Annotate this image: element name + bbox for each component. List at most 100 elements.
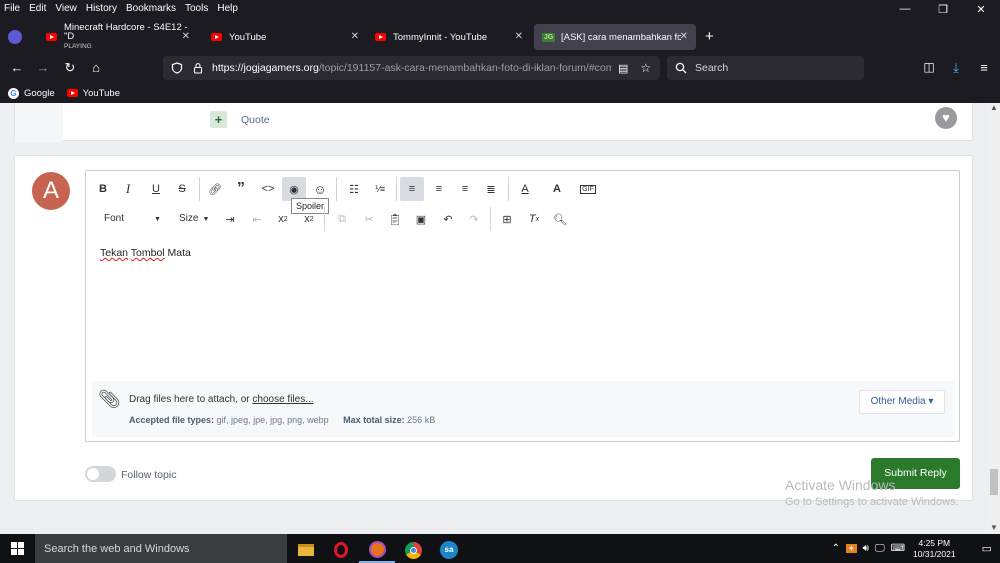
- tray-expand-icon[interactable]: ⌃: [832, 543, 840, 554]
- reply-box: A B I U S 🔗︎ ” <> ◉ ☺ ☷ ⅟≡ ≡ ≡ ≡ ≣ A A G…: [14, 155, 973, 501]
- bookmark-google[interactable]: G Google: [8, 87, 55, 99]
- tab-minecraft[interactable]: Minecraft Hardcore - S4E12 - "D PLAYING …: [38, 23, 198, 50]
- scrollbar-thumb[interactable]: [990, 469, 998, 495]
- scroll-up-icon[interactable]: ▲: [990, 103, 998, 112]
- youtube-icon: [375, 33, 386, 41]
- windows-start-icon[interactable]: [11, 542, 24, 555]
- gif-icon[interactable]: GIF: [576, 177, 600, 201]
- restore-button[interactable]: ❐: [924, 0, 962, 18]
- url-bar[interactable]: https://jogjagamers.org/topic/191157-ask…: [163, 56, 660, 80]
- quote-button[interactable]: + Quote: [210, 111, 270, 128]
- chrome-icon[interactable]: [395, 537, 431, 563]
- follow-topic-toggle[interactable]: [85, 466, 116, 482]
- close-tab-icon[interactable]: ✕: [182, 31, 190, 42]
- size-label: Size: [179, 213, 199, 224]
- page-scrollbar[interactable]: ▲ ▼: [988, 103, 1000, 534]
- paste-text-icon[interactable]: ▣: [409, 207, 433, 231]
- underline-icon[interactable]: U: [144, 177, 168, 201]
- page-content: + Quote ♥ A B I U S 🔗︎ ” <> ◉ ☺ ☷ ⅟≡ ≡ ≡…: [0, 103, 1000, 534]
- scroll-down-icon[interactable]: ▼: [990, 523, 998, 532]
- forward-icon[interactable]: →: [35, 60, 51, 75]
- strikethrough-icon[interactable]: S: [170, 177, 194, 201]
- copy-icon[interactable]: ⧉: [330, 207, 354, 231]
- cut-icon[interactable]: ✂: [357, 207, 381, 231]
- remove-format-icon[interactable]: Tx: [522, 207, 546, 231]
- align-center-icon[interactable]: ≡: [427, 177, 451, 201]
- lock-icon[interactable]: [192, 62, 204, 74]
- menu-edit[interactable]: Edit: [29, 3, 46, 14]
- menu-help[interactable]: Help: [217, 3, 238, 14]
- back-icon[interactable]: ←: [9, 60, 25, 75]
- bold-icon[interactable]: B: [91, 177, 115, 201]
- url-host: https://jogjagamers.org: [212, 62, 319, 74]
- decrease-indent-icon[interactable]: ⇤: [245, 207, 269, 231]
- home-icon[interactable]: ⌂: [88, 60, 104, 75]
- redo-icon[interactable]: ↷: [462, 207, 486, 231]
- menu-view[interactable]: View: [55, 3, 77, 14]
- pocket-icon[interactable]: ◫: [921, 60, 937, 74]
- font-dropdown[interactable]: Font ▼: [104, 213, 161, 224]
- accepted-types-label: Accepted file types:: [129, 415, 215, 425]
- like-heart-icon[interactable]: ♥: [935, 107, 957, 129]
- link-icon[interactable]: 🔗︎: [203, 177, 227, 201]
- preview-icon[interactable]: 🔍︎: [548, 207, 572, 231]
- reload-icon[interactable]: ↻: [62, 60, 78, 76]
- app-sa-icon[interactable]: sa: [431, 537, 467, 563]
- size-dropdown[interactable]: Size ▼: [179, 213, 209, 224]
- firefox-icon[interactable]: [359, 537, 395, 563]
- align-right-icon[interactable]: ≡: [453, 177, 477, 201]
- tray-app-icon[interactable]: ✦: [845, 544, 857, 553]
- tab-youtube[interactable]: YouTube ✕: [203, 24, 367, 50]
- new-tab-icon[interactable]: +: [705, 28, 714, 45]
- justify-icon[interactable]: ≣: [479, 177, 503, 201]
- taskbar-search-placeholder: Search the web and Windows: [44, 542, 190, 555]
- choose-files-link[interactable]: choose files...: [252, 394, 313, 405]
- bullet-list-icon[interactable]: ☷: [342, 177, 366, 201]
- menu-history[interactable]: History: [86, 3, 117, 14]
- taskbar-clock[interactable]: 4:25 PM 10/31/2021: [913, 538, 956, 560]
- background-color-icon[interactable]: A: [545, 177, 569, 201]
- minimize-button[interactable]: ―: [886, 0, 924, 18]
- subscript-icon[interactable]: x2: [271, 207, 295, 231]
- bookmark-youtube[interactable]: YouTube: [66, 88, 120, 99]
- code-icon[interactable]: <>: [256, 177, 280, 201]
- shield-icon[interactable]: [171, 62, 183, 74]
- tab-ask-active[interactable]: JG [ASK] cara menambahkan foto ✕: [534, 24, 696, 50]
- menu-bookmarks[interactable]: Bookmarks: [126, 3, 176, 14]
- table-icon[interactable]: ⊞: [495, 207, 519, 231]
- taskbar-search[interactable]: Search the web and Windows: [35, 534, 287, 563]
- notification-icon[interactable]: ▭: [982, 542, 992, 555]
- opera-icon[interactable]: [323, 537, 359, 563]
- blockquote-icon[interactable]: ”: [229, 177, 253, 201]
- url-text[interactable]: https://jogjagamers.org/topic/191157-ask…: [212, 62, 612, 74]
- search-bar[interactable]: Search: [667, 56, 864, 80]
- editor-content[interactable]: Tekan Tombol Mata: [100, 247, 191, 259]
- download-icon[interactable]: ⤓: [948, 60, 964, 76]
- keyboard-icon[interactable]: ⌨︎: [891, 543, 905, 554]
- increase-indent-icon[interactable]: ⇥: [218, 207, 242, 231]
- reader-view-icon[interactable]: ▤: [618, 62, 628, 75]
- italic-icon[interactable]: I: [116, 177, 140, 201]
- network-icon[interactable]: 🖵︎: [875, 543, 885, 554]
- app-menu-icon[interactable]: ≡: [976, 60, 992, 75]
- close-tab-icon[interactable]: ✕: [515, 31, 523, 42]
- close-tab-icon[interactable]: ✕: [351, 31, 359, 42]
- text-color-icon[interactable]: A: [513, 177, 537, 201]
- superscript-icon[interactable]: x2: [297, 207, 321, 231]
- tab-tommyinnit[interactable]: TommyInnit - YouTube ✕: [367, 24, 531, 50]
- firefox-view-icon[interactable]: [8, 30, 22, 44]
- bookmark-star-icon[interactable]: ☆: [640, 61, 651, 75]
- undo-icon[interactable]: ↶: [436, 207, 460, 231]
- menu-file[interactable]: File: [4, 3, 20, 14]
- file-explorer-icon[interactable]: [288, 537, 324, 563]
- volume-icon[interactable]: 🔊︎: [863, 543, 869, 554]
- paste-icon[interactable]: 📋︎: [383, 207, 407, 231]
- bookmark-label: Google: [24, 87, 55, 99]
- numbered-list-icon[interactable]: ⅟≡: [368, 177, 392, 201]
- align-left-icon[interactable]: ≡: [400, 177, 424, 201]
- close-window-button[interactable]: ✕: [962, 0, 1000, 18]
- close-tab-icon[interactable]: ✕: [680, 31, 688, 42]
- attachment-area[interactable]: 📎︎ Drag files here to attach, or choose …: [92, 381, 954, 437]
- menu-tools[interactable]: Tools: [185, 3, 208, 14]
- other-media-button[interactable]: Other Media ▾: [859, 390, 945, 414]
